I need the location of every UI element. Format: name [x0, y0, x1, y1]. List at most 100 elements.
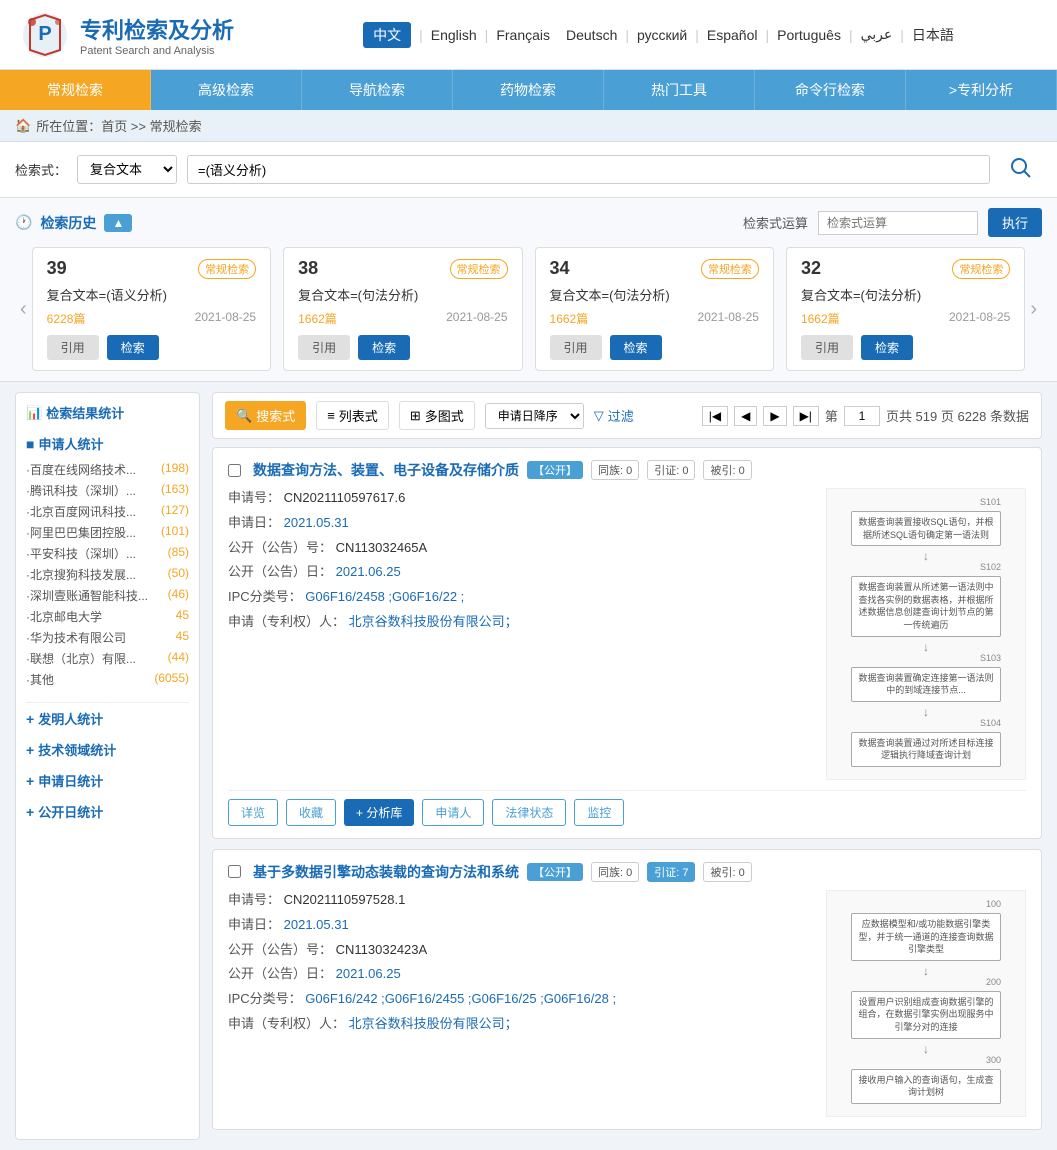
logo-cn-text: 专利检索及分析 [80, 13, 234, 45]
exec-button[interactable]: 执行 [988, 208, 1042, 237]
patent-pub-date: 公开（公告）日： 2021.06.25 [228, 562, 814, 583]
page-next-btn[interactable]: ▶ [763, 406, 786, 426]
sidebar-applicant-title[interactable]: ■ 申请人统计 [26, 434, 189, 453]
filter-button[interactable]: ▽ 过滤 [594, 406, 634, 425]
sidebar-pubdate-title[interactable]: + 公开日统计 [26, 802, 189, 821]
list-item: ·百度在线网络技术... (198) [26, 459, 189, 480]
patent-actions: 详览 收藏 + 分析库 申请人 法律状态 监控 [228, 790, 1026, 826]
search-button[interactable] [1000, 152, 1042, 187]
page-prev-btn[interactable]: ◀ [734, 406, 757, 426]
card-type: 常规检索 [198, 259, 256, 279]
search-input[interactable] [187, 155, 990, 184]
search-type-select[interactable]: 复合文本 [77, 155, 177, 184]
collect-btn[interactable]: 收藏 [286, 799, 336, 826]
card-cite-btn[interactable]: 引用 [47, 335, 99, 360]
history-card: 39 常规检索 复合文本=(语义分析) 6228篇 2021-08-25 引用 … [32, 247, 271, 371]
tab-regular-search[interactable]: 常规检索 [0, 70, 151, 110]
cards-prev-btn[interactable]: ‹ [15, 298, 32, 321]
formula-input[interactable] [818, 211, 978, 235]
sidebar-pubdate-section: + 公开日统计 [26, 802, 189, 821]
tab-nav-search[interactable]: 导航检索 [302, 70, 453, 110]
card-cite-btn[interactable]: 引用 [801, 335, 853, 360]
logo-icon: P [20, 10, 70, 60]
patent-app-no: 申请号： CN2021110597528.1 [228, 890, 814, 911]
lang-es[interactable]: Español [707, 27, 758, 43]
sidebar-inventor-title[interactable]: + 发明人统计 [26, 709, 189, 728]
card-num: 32 [801, 258, 821, 279]
card-type: 常规检索 [952, 259, 1010, 279]
legal-status-btn[interactable]: 法律状态 [492, 799, 566, 826]
page-last-btn[interactable]: ▶| [793, 406, 819, 426]
patent-title[interactable]: 数据查询方法、装置、电子设备及存储介质 [253, 460, 519, 480]
lang-en[interactable]: English [431, 27, 477, 43]
tab-advanced-search[interactable]: 高级检索 [151, 70, 302, 110]
list-mode-btn[interactable]: ≡ 列表式 [316, 401, 389, 430]
grid-mode-btn[interactable]: ⊞ 多图式 [399, 401, 475, 430]
flowchart: 100 应数据模型和/或功能数据引擎类型，并于统一通道的连接查询数据引擎类型 ↓… [843, 891, 1009, 1116]
list-item: ·北京百度网讯科技... (127) [26, 501, 189, 522]
card-cite-btn[interactable]: 引用 [298, 335, 350, 360]
card-search-btn[interactable]: 检索 [861, 335, 913, 360]
card-search-btn[interactable]: 检索 [107, 335, 159, 360]
sidebar-appdate-section: + 申请日统计 [26, 771, 189, 790]
card-type: 常规检索 [701, 259, 759, 279]
card-query: 复合文本=(语义分析) [47, 285, 256, 304]
main-content: 📊 检索结果统计 ■ 申请人统计 ·百度在线网络技术... (198) ·腾讯科… [0, 382, 1057, 1150]
history-header: 🕐 检索历史 ▲ 检索式运算 执行 [15, 208, 1042, 237]
tab-cmd-search[interactable]: 命令行检索 [755, 70, 906, 110]
analysis-btn[interactable]: + 分析库 [344, 799, 414, 826]
patent-card: 数据查询方法、装置、电子设备及存储介质 【公开】 同族: 0 引证: 0 被引:… [212, 447, 1042, 839]
tab-drug-search[interactable]: 药物检索 [453, 70, 604, 110]
patent-cite-stat: 引证: 0 [647, 460, 695, 480]
patent-app-date: 申请日： 2021.05.31 [228, 513, 814, 534]
sidebar-appdate-title[interactable]: + 申请日统计 [26, 771, 189, 790]
patent-applicant: 申请（专利权）人： 北京谷数科技股份有限公司； [228, 1014, 814, 1035]
cards-next-btn[interactable]: › [1025, 298, 1042, 321]
lang-ar[interactable]: عربي [861, 26, 893, 43]
card-search-btn[interactable]: 检索 [610, 335, 662, 360]
clock-icon: 🕐 [15, 214, 32, 231]
applicant-btn[interactable]: 申请人 [422, 799, 484, 826]
card-date: 2021-08-25 [195, 310, 256, 327]
page-first-btn[interactable]: |◀ [702, 406, 728, 426]
sidebar-tech-title[interactable]: + 技术领域统计 [26, 740, 189, 759]
patent-thumbnail: 100 应数据模型和/或功能数据引擎类型，并于统一通道的连接查询数据引擎类型 ↓… [826, 890, 1026, 1117]
lang-zh[interactable]: 中文 [363, 22, 411, 48]
sidebar: 📊 检索结果统计 ■ 申请人统计 ·百度在线网络技术... (198) ·腾讯科… [15, 392, 200, 1140]
search-mode-btn[interactable]: 🔍 搜索式 [225, 401, 306, 430]
sort-select[interactable]: 申请日降序 申请日升序 [485, 403, 584, 429]
sidebar-stats-title: 📊 检索结果统计 [26, 403, 189, 422]
history-card: 38 常规检索 复合文本=(句法分析) 1662篇 2021-08-25 引用 … [283, 247, 522, 371]
tab-hot-tools[interactable]: 热门工具 [604, 70, 755, 110]
search-label: 检索式： [15, 160, 67, 179]
lang-ru[interactable]: русский [637, 27, 687, 43]
history-title-text: 检索历史 [40, 213, 96, 233]
lang-ja[interactable]: 日本語 [912, 25, 954, 45]
history-title: 🕐 检索历史 ▲ [15, 213, 132, 233]
lang-de[interactable]: Deutsch [566, 27, 617, 43]
logo-en-text: Patent Search and Analysis [80, 45, 234, 57]
lang-fr[interactable]: Français [496, 27, 550, 43]
flowchart: S101 数据查询装置接收SQL语句，并根据所述SQL语句确定第一语法则 ↓ S… [843, 489, 1009, 779]
patent-ipc: IPC分类号： G06F16/242 ;G06F16/2455 ;G06F16/… [228, 989, 814, 1010]
card-search-btn[interactable]: 检索 [358, 335, 410, 360]
total-pages-label: 页共 519 页 6228 条数据 [886, 406, 1029, 425]
list-item: ·深圳壹账通智能科技... (46) [26, 585, 189, 606]
logo-area: P 专利检索及分析 Patent Search and Analysis [20, 10, 280, 60]
detail-btn[interactable]: 详览 [228, 799, 278, 826]
lang-pt[interactable]: Português [777, 27, 841, 43]
patent-title[interactable]: 基于多数据引擎动态装载的查询方法和系统 [253, 862, 519, 882]
history-collapse-btn[interactable]: ▲ [104, 214, 132, 232]
language-nav: 中文 | English | Français Deutsch | русски… [280, 22, 1037, 48]
monitor-btn[interactable]: 监控 [574, 799, 624, 826]
home-icon[interactable]: 🏠 [15, 118, 31, 134]
tab-patent-analysis[interactable]: >专利分析 [906, 70, 1057, 110]
patent-ipc: IPC分类号： G06F16/2458 ;G06F16/22 ; [228, 587, 814, 608]
patent-checkbox[interactable] [228, 464, 241, 477]
patent-checkbox[interactable] [228, 865, 241, 878]
history-card: 32 常规检索 复合文本=(句法分析) 1662篇 2021-08-25 引用 … [786, 247, 1025, 371]
page-label: 第 [825, 406, 838, 425]
card-cite-btn[interactable]: 引用 [550, 335, 602, 360]
card-date: 2021-08-25 [446, 310, 507, 327]
page-input[interactable] [844, 406, 880, 426]
